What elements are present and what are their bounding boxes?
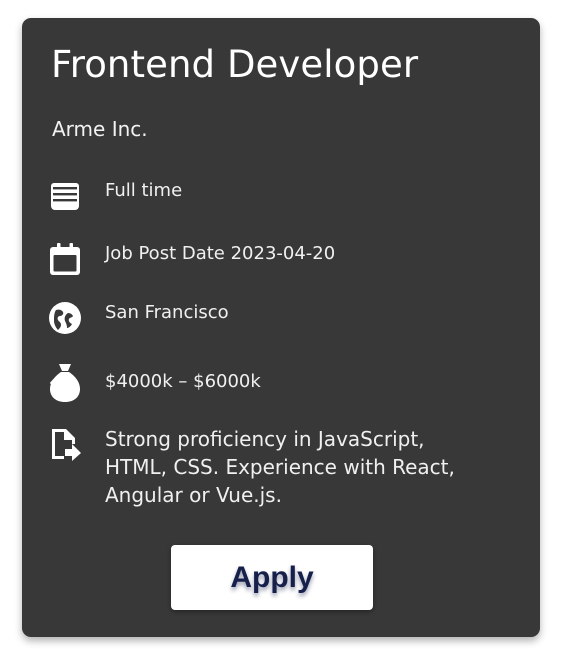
detail-description: Strong proficiency in JavaScript, HTML, … (48, 425, 508, 509)
apply-button[interactable]: Apply (171, 545, 373, 610)
detail-location: San Francisco (48, 301, 508, 337)
detail-text: Job Post Date 2023-04-20 (105, 243, 336, 264)
globe-icon (48, 301, 82, 335)
document-arrow-icon (48, 427, 82, 461)
money-bag-icon (48, 362, 82, 404)
detail-text: Full time (105, 180, 183, 201)
document-stack-icon (48, 179, 82, 213)
detail-post-date: Job Post Date 2023-04-20 (48, 242, 508, 278)
job-card: Frontend Developer Arme Inc. Full time J… (22, 18, 540, 637)
detail-text: Strong proficiency in JavaScript, HTML, … (105, 427, 455, 507)
detail-salary: $4000k – $6000k (48, 362, 508, 404)
detail-text: $4000k – $6000k (105, 371, 261, 392)
job-title: Frontend Developer (51, 43, 419, 86)
detail-employment-type: Full time (48, 179, 508, 215)
company-name: Arme Inc. (52, 117, 148, 141)
calendar-icon (48, 242, 82, 276)
detail-text: San Francisco (105, 302, 229, 323)
